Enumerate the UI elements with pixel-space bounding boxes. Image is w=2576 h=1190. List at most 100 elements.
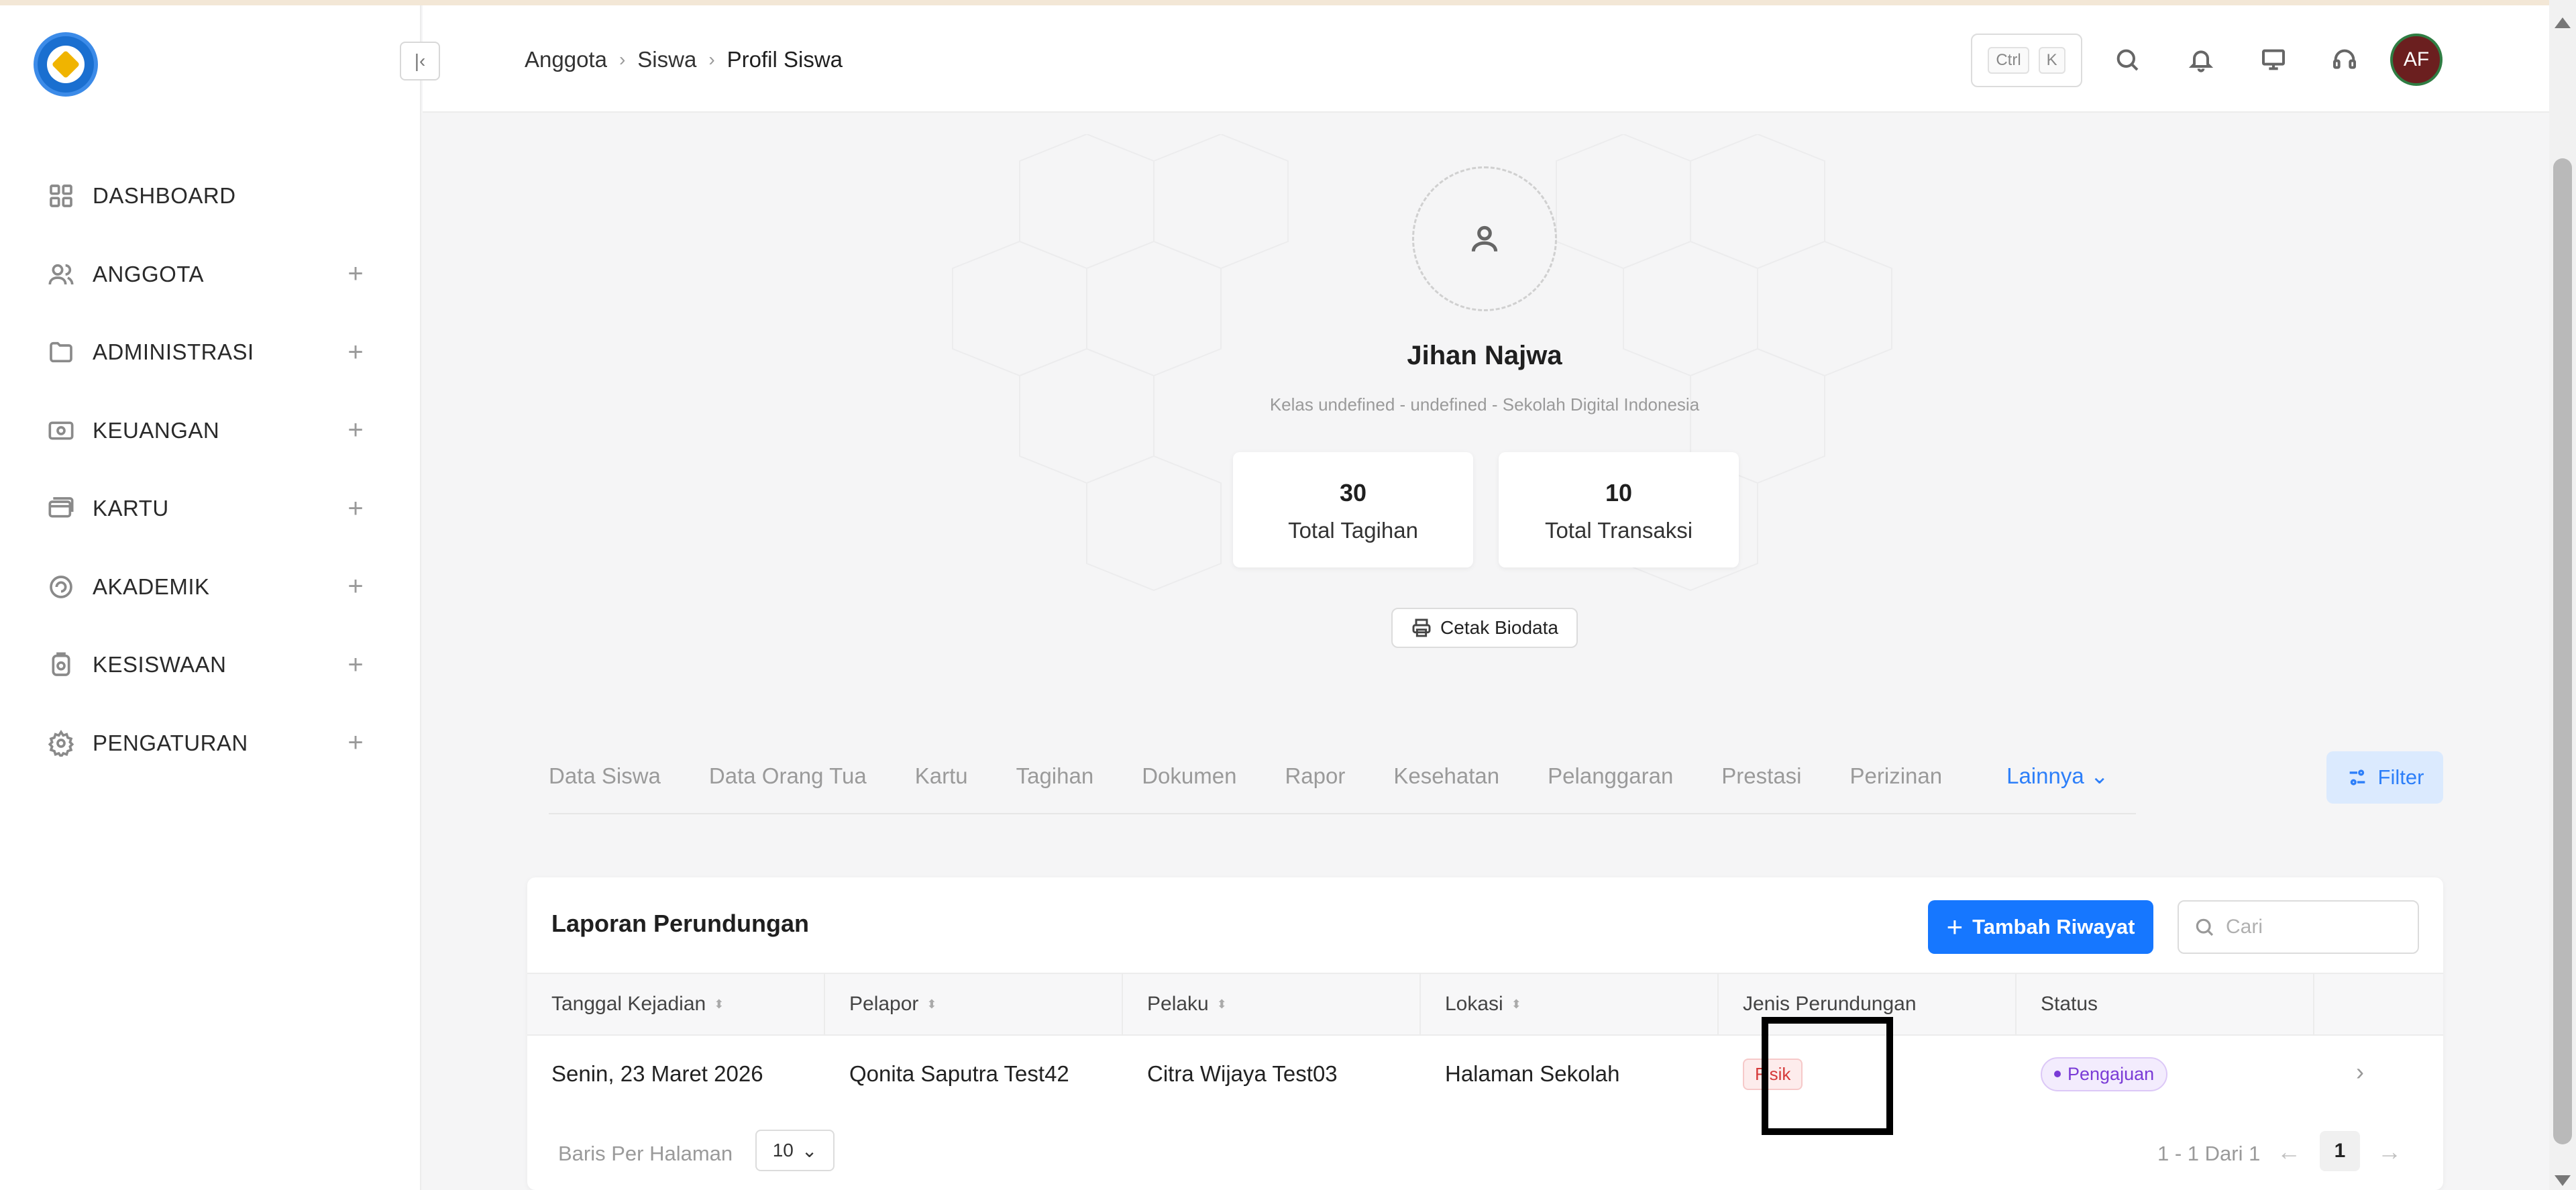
add-history-button[interactable]: + Tambah Riwayat [1928, 900, 2153, 954]
tab-data-siswa[interactable]: Data Siswa [549, 758, 661, 813]
expand-plus-icon[interactable]: + [342, 415, 369, 445]
sort-icon[interactable]: ⬍ [1217, 998, 1227, 1010]
sidebar-item-label: ADMINISTRASI [93, 339, 254, 365]
sort-icon[interactable]: ⬍ [926, 998, 936, 1010]
sidebar-item-kartu[interactable]: KARTU + [47, 470, 369, 548]
pagination: Baris Per Halaman 10 ⌄ 1 - 1 Dari 1 ← 1 … [527, 1126, 2443, 1179]
tab-dokumen[interactable]: Dokumen [1142, 758, 1236, 813]
breadcrumb-anggota[interactable]: Anggota [525, 47, 607, 72]
column-tanggal-kejadian[interactable]: Tanggal Kejadian ⬍ [527, 974, 825, 1034]
users-icon [47, 260, 75, 288]
sidebar-item-administrasi[interactable]: ADMINISTRASI + [47, 313, 369, 392]
print-biodata-button[interactable]: Cetak Biodata [1391, 608, 1578, 648]
column-label: Pelaku [1147, 993, 1209, 1015]
sidebar-item-pengaturan[interactable]: PENGATURAN + [47, 704, 369, 783]
row-detail-button[interactable] [1762, 1017, 1893, 1135]
command-palette-shortcut[interactable]: Ctrl K [1971, 34, 2082, 87]
current-page-button[interactable]: 1 [2320, 1131, 2360, 1171]
stat-label: Total Transaksi [1544, 518, 1693, 543]
add-history-label: Tambah Riwayat [1972, 915, 2135, 938]
sidebar-item-keuangan[interactable]: KEUANGAN + [47, 392, 369, 470]
scrollbar-thumb[interactable] [2553, 158, 2572, 1144]
tab-perizinan[interactable]: Perizinan [1850, 758, 1943, 813]
chevron-right-icon[interactable]: › [2347, 1058, 2373, 1085]
tab-pelanggaran[interactable]: Pelanggaran [1548, 758, 1673, 813]
next-page-arrow-icon[interactable]: → [2377, 1138, 2402, 1166]
expand-plus-icon[interactable]: + [342, 337, 369, 367]
bell-icon[interactable] [2184, 43, 2218, 76]
tab-lainnya-dropdown[interactable]: Lainnya ⌄ [2006, 758, 2108, 813]
student-class-info: Kelas undefined - undefined - Sekolah Di… [1269, 394, 1700, 415]
gear-icon [47, 729, 75, 757]
search-input[interactable] [2226, 916, 2400, 938]
chevron-down-icon: ⌄ [801, 1140, 818, 1161]
collapse-sidebar-button[interactable]: |‹ [400, 42, 440, 80]
column-pelapor[interactable]: Pelapor ⬍ [825, 974, 1123, 1034]
breadcrumb-siswa[interactable]: Siswa [637, 47, 696, 72]
tab-lainnya-label: Lainnya [2006, 763, 2084, 788]
student-name: Jihan Najwa [1407, 341, 1562, 370]
rows-per-page-select[interactable]: 10 ⌄ [755, 1130, 835, 1171]
sidebar-item-label: PENGATURAN [93, 730, 248, 755]
expand-plus-icon[interactable]: + [342, 728, 369, 757]
tab-kesehatan[interactable]: Kesehatan [1393, 758, 1499, 813]
tab-prestasi[interactable]: Prestasi [1721, 758, 1801, 813]
profile-photo[interactable] [1412, 166, 1557, 311]
status-badge: Pengajuan [2041, 1057, 2168, 1091]
logo-emblem-icon [47, 46, 85, 83]
monitor-icon[interactable] [2257, 43, 2290, 76]
tab-kartu[interactable]: Kartu [915, 758, 968, 813]
table-row[interactable]: Senin, 23 Maret 2026 Qonita Saputra Test… [527, 1036, 2443, 1112]
scroll-up-arrow-icon[interactable] [2555, 17, 2571, 28]
column-status: Status [2017, 974, 2314, 1034]
column-label: Lokasi [1445, 993, 1503, 1015]
cell-tanggal: Senin, 23 Maret 2026 [551, 1061, 763, 1086]
headset-icon[interactable] [2328, 43, 2361, 76]
column-label: Tanggal Kejadian [551, 993, 706, 1015]
stat-value: 30 [1339, 479, 1367, 506]
table-header: Tanggal Kejadian ⬍ Pelapor ⬍ Pelaku ⬍ Lokas… [527, 973, 2443, 1036]
stat-total-tagihan: 30 Total Tagihan [1233, 452, 1473, 567]
sidebar-menu: DASHBOARD ANGGOTA + ADMINISTRASI + KEUAN… [47, 157, 369, 782]
expand-plus-icon[interactable]: + [342, 259, 369, 288]
sidebar-item-akademik[interactable]: AKADEMIK + [47, 548, 369, 627]
sidebar-item-anggota[interactable]: ANGGOTA + [47, 235, 369, 314]
tab-tagihan[interactable]: Tagihan [1016, 758, 1094, 813]
scroll-down-arrow-icon[interactable] [2555, 1175, 2571, 1186]
column-label: Jenis Perundungan [1743, 993, 1917, 1015]
expand-plus-icon[interactable]: + [342, 572, 369, 601]
folder-icon [47, 338, 75, 366]
sort-icon[interactable]: ⬍ [714, 998, 724, 1010]
cell-lokasi: Halaman Sekolah [1445, 1061, 1620, 1086]
column-label: Pelapor [849, 993, 919, 1015]
column-lokasi[interactable]: Lokasi ⬍ [1421, 974, 1719, 1034]
print-biodata-label: Cetak Biodata [1440, 617, 1558, 638]
expand-plus-icon[interactable]: + [342, 494, 369, 523]
column-actions [2314, 974, 2443, 1034]
profile-tabs: Data Siswa Data Orang Tua Kartu Tagihan … [549, 758, 2136, 814]
chevron-right-icon: › [619, 49, 626, 70]
cell-status: Pengajuan [2017, 1036, 2314, 1112]
search-icon[interactable] [2110, 43, 2144, 76]
cell-pelaku: Citra Wijaya Test03 [1147, 1061, 1338, 1086]
expand-plus-icon[interactable]: + [342, 650, 369, 680]
report-search[interactable] [2178, 900, 2419, 954]
tab-rapor[interactable]: Rapor [1285, 758, 1345, 813]
kbd-ctrl: Ctrl [1988, 47, 2029, 74]
sidebar-item-dashboard[interactable]: DASHBOARD [47, 157, 369, 235]
user-avatar[interactable]: AF [2390, 34, 2443, 86]
sidebar: DASHBOARD ANGGOTA + ADMINISTRASI + KEUAN… [0, 5, 421, 1190]
filter-button[interactable]: Filter [2326, 751, 2443, 804]
card-icon [47, 494, 75, 523]
prev-page-arrow-icon[interactable]: ← [2277, 1138, 2301, 1166]
academic-icon [47, 573, 75, 601]
sidebar-item-kesiswaan[interactable]: KESISWAAN + [47, 626, 369, 704]
student-icon [47, 651, 75, 679]
stat-total-transaksi: 10 Total Transaksi [1499, 452, 1739, 567]
filter-sliders-icon [2349, 769, 2365, 786]
sort-icon[interactable]: ⬍ [1511, 998, 1521, 1010]
search-icon [2196, 918, 2214, 936]
column-pelaku[interactable]: Pelaku ⬍ [1123, 974, 1421, 1034]
school-logo[interactable] [34, 32, 98, 97]
tab-data-orang-tua[interactable]: Data Orang Tua [709, 758, 867, 813]
